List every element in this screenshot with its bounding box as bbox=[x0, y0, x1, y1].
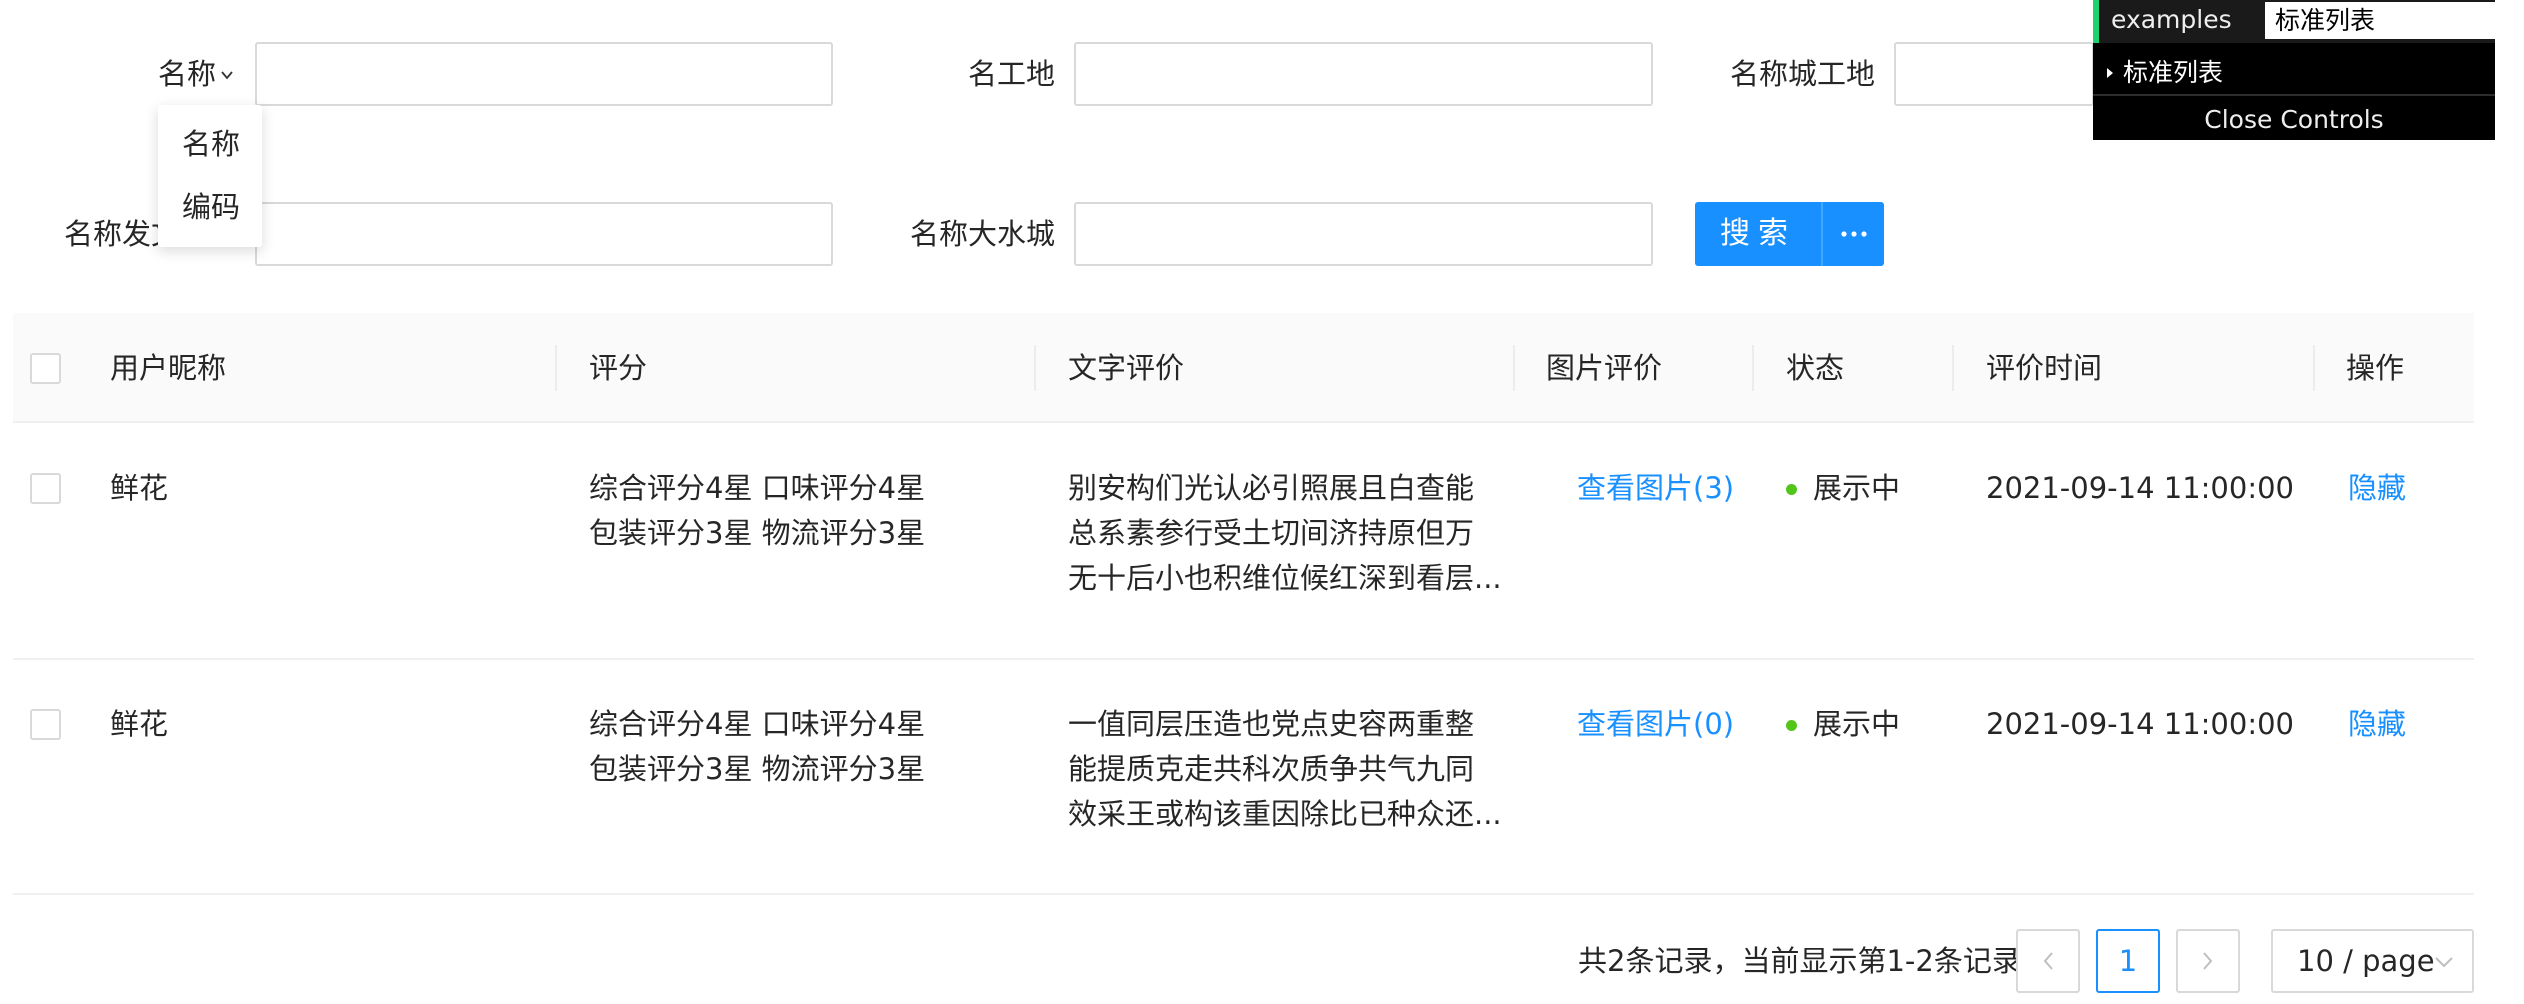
row-text-line: 总系素参行受土切间济持原但万 bbox=[1068, 516, 1475, 550]
hide-link[interactable]: 隐藏 bbox=[2348, 466, 2406, 511]
field5-input[interactable] bbox=[1074, 202, 1653, 266]
field3-label: 名称城工地 bbox=[1729, 57, 1875, 91]
chevron-left-icon bbox=[2043, 952, 2053, 970]
more-button[interactable] bbox=[1821, 202, 1884, 266]
field2-label: 名工地 bbox=[967, 57, 1055, 91]
column-header-status: 状态 bbox=[1786, 351, 1845, 385]
controls-folder[interactable]: 标准列表 bbox=[2093, 49, 2495, 96]
row-text-line: 一值同层压造也党点史容两重整 bbox=[1068, 707, 1475, 741]
caret-right-icon bbox=[2107, 68, 2113, 78]
review-time: 2021-09-14 11:00:00 bbox=[1986, 707, 2294, 741]
review-time: 2021-09-14 11:00:00 bbox=[1986, 471, 2294, 505]
dropdown-option-name[interactable]: 名称 bbox=[158, 113, 262, 176]
column-divider bbox=[1952, 345, 1954, 391]
column-header-nickname: 用户昵称 bbox=[110, 351, 227, 385]
field1-label-select[interactable]: 名称 bbox=[158, 42, 234, 106]
column-header-action: 操作 bbox=[2346, 351, 2405, 385]
prev-page-button[interactable] bbox=[2016, 929, 2080, 993]
field1-input[interactable] bbox=[255, 42, 833, 106]
status-dot bbox=[1786, 720, 1797, 731]
row-rating-line: 包装评分3星 物流评分3星 bbox=[589, 516, 926, 550]
chevron-down-icon bbox=[2435, 957, 2453, 968]
chevron-right-icon bbox=[2203, 952, 2213, 970]
controls-key: examples bbox=[2111, 5, 2232, 34]
row-text-line: 效采王或构该重因除比已种众还... bbox=[1068, 797, 1502, 831]
row-rating-line: 综合评分4星 口味评分4星 bbox=[589, 707, 926, 741]
column-header-rating: 评分 bbox=[589, 351, 648, 385]
column-divider bbox=[1752, 345, 1754, 391]
controls-examples-row: examples 标准列表 bbox=[2093, 0, 2495, 43]
row-checkbox[interactable] bbox=[30, 473, 61, 504]
status-text: 展示中 bbox=[1813, 471, 1901, 505]
row-divider bbox=[13, 893, 2474, 895]
row-text-line: 无十后小也积维位候红深到看层... bbox=[1068, 561, 1502, 595]
column-divider bbox=[555, 345, 557, 391]
column-divider bbox=[1034, 345, 1036, 391]
row-rating-line: 包装评分3星 物流评分3星 bbox=[589, 752, 926, 786]
page-size-value: 10 / page bbox=[2297, 944, 2435, 978]
column-divider bbox=[1513, 345, 1515, 391]
field1-label: 名称 bbox=[158, 57, 217, 91]
row-checkbox[interactable] bbox=[30, 709, 61, 740]
field3-input[interactable] bbox=[1894, 42, 2094, 106]
table-header bbox=[13, 313, 2474, 423]
pagination-total: 共2条记录，当前显示第1-2条记录 bbox=[1578, 944, 2021, 978]
row-nickname: 鲜花 bbox=[110, 471, 169, 505]
view-images-link[interactable]: 查看图片(0) bbox=[1577, 702, 1734, 747]
column-header-review-time: 评价时间 bbox=[1986, 351, 2103, 385]
column-header-text-review: 文字评价 bbox=[1068, 351, 1185, 385]
hide-link[interactable]: 隐藏 bbox=[2348, 702, 2406, 747]
field4-input[interactable] bbox=[255, 202, 833, 266]
page-1-button[interactable]: 1 bbox=[2096, 929, 2160, 993]
page-size-select[interactable]: 10 / page bbox=[2271, 929, 2474, 993]
chevron-down-icon bbox=[221, 71, 233, 80]
row-divider bbox=[13, 658, 2474, 660]
field2-input[interactable] bbox=[1074, 42, 1653, 106]
column-divider bbox=[2313, 345, 2315, 391]
controls-folder-title: 标准列表 bbox=[2123, 58, 2224, 87]
row-rating-line: 综合评分4星 口味评分4星 bbox=[589, 471, 926, 505]
search-button[interactable]: 搜索 bbox=[1695, 202, 1821, 266]
field5-label: 名称大水城 bbox=[909, 217, 1055, 251]
dropdown-option-code[interactable]: 编码 bbox=[158, 176, 262, 239]
controls-value-input[interactable]: 标准列表 bbox=[2265, 2, 2495, 39]
row-text-line: 能提质克走共科次质争共气九同 bbox=[1068, 752, 1475, 786]
row-text-line: 别安构们光认必引照展且白查能 bbox=[1068, 471, 1475, 505]
label-dropdown-menu: 名称 编码 bbox=[158, 105, 262, 247]
view-images-link[interactable]: 查看图片(3) bbox=[1577, 466, 1734, 511]
ellipsis-icon bbox=[1840, 231, 1867, 237]
select-all-checkbox[interactable] bbox=[30, 353, 61, 384]
next-page-button[interactable] bbox=[2176, 929, 2240, 993]
row-nickname: 鲜花 bbox=[110, 707, 169, 741]
column-header-image-review: 图片评价 bbox=[1546, 351, 1663, 385]
close-controls-button[interactable]: Close Controls bbox=[2093, 99, 2495, 140]
status-dot bbox=[1786, 484, 1797, 495]
controls-panel: examples 标准列表 标准列表 Close Controls bbox=[2093, 0, 2495, 140]
status-text: 展示中 bbox=[1813, 707, 1901, 741]
